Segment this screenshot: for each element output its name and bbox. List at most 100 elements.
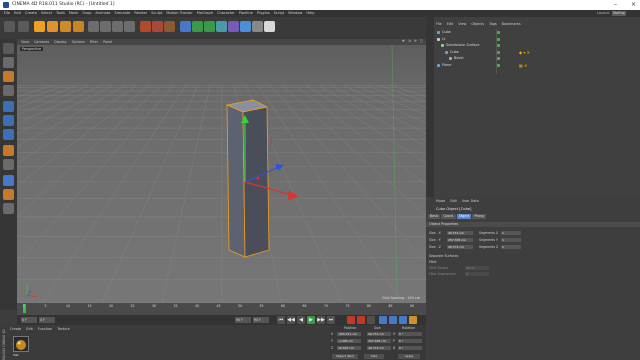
object-menu-objects[interactable]: Objects: [471, 22, 484, 26]
points-mode-button[interactable]: [3, 101, 14, 112]
preview-end-field[interactable]: 90 F: [253, 317, 269, 323]
object-menu-file[interactable]: File: [436, 22, 442, 26]
x-axis-lock-button[interactable]: [88, 21, 99, 32]
go-to-end-button[interactable]: ⏭: [327, 316, 335, 324]
next-key-button[interactable]: ▶▶: [317, 316, 325, 324]
subdivision-surface-button[interactable]: [204, 21, 215, 32]
rotation-key-button[interactable]: [399, 316, 407, 324]
y-axis-lock-button[interactable]: [100, 21, 111, 32]
size-value-field[interactable]: 40.774 cm: [447, 231, 473, 235]
light-button[interactable]: [264, 21, 275, 32]
object-list-item[interactable]: Lt: [435, 37, 639, 42]
texture-mode-button[interactable]: [3, 71, 14, 82]
object-list-item[interactable]: Bevel: [435, 56, 639, 61]
edges-mode-button[interactable]: [3, 115, 14, 126]
material-swatch[interactable]: [13, 336, 29, 352]
visibility-dot-icon[interactable]: [497, 31, 500, 34]
deformer-button[interactable]: [228, 21, 239, 32]
visibility-dot-icon[interactable]: [497, 37, 500, 41]
render-view-button[interactable]: [140, 21, 151, 32]
texture-tag-icon[interactable]: ▦ ✕: [519, 63, 527, 68]
visibility-dot-icon[interactable]: [497, 63, 500, 67]
menu-item-mograph[interactable]: MoGraph: [197, 10, 213, 17]
tab-basic[interactable]: Basic: [428, 214, 441, 219]
close-button[interactable]: ×: [631, 0, 636, 10]
menu-item-pipeline[interactable]: Pipeline: [239, 10, 253, 17]
menu-item-file[interactable]: File: [4, 10, 10, 17]
rotation-field[interactable]: 0 °: [398, 332, 422, 336]
menu-item-mesh[interactable]: Mesh: [69, 10, 78, 17]
object-list-item[interactable]: Plane ▦ ✕: [435, 63, 639, 68]
material-menu-function[interactable]: Function: [38, 327, 52, 331]
pen-spline-button[interactable]: [192, 21, 203, 32]
menu-item-create[interactable]: Create: [25, 10, 37, 17]
menu-item-select[interactable]: Select: [41, 10, 52, 17]
rotation-field[interactable]: 0 °: [398, 346, 422, 350]
menu-item-render[interactable]: Render: [134, 10, 147, 17]
viewport-menu-view[interactable]: View: [21, 40, 29, 44]
render-picture-viewer-button[interactable]: [152, 21, 163, 32]
menu-item-plugins[interactable]: Plugins: [257, 10, 270, 17]
floor-button[interactable]: [240, 21, 251, 32]
minimize-button[interactable]: –: [614, 0, 617, 10]
rotate-tool-button[interactable]: [73, 21, 84, 32]
visibility-dot-icon[interactable]: [497, 50, 500, 54]
make-editable-button[interactable]: [3, 43, 14, 54]
object-menu-tags[interactable]: Tags: [489, 22, 497, 26]
viewport-menu-options[interactable]: Options: [72, 40, 85, 44]
model-mode-button[interactable]: [3, 57, 14, 68]
menu-item-edit[interactable]: Edit: [14, 10, 21, 17]
previous-key-button[interactable]: ◀◀: [287, 316, 295, 324]
coordinate-mode-select[interactable]: Object (Rel): [332, 354, 358, 359]
start-frame-field[interactable]: 0 F: [39, 317, 55, 323]
coordinate-system-button[interactable]: [124, 21, 135, 32]
apply-button[interactable]: Apply: [398, 354, 420, 359]
cube-object[interactable]: [225, 99, 270, 258]
object-menu-edit[interactable]: Edit: [447, 22, 454, 26]
size-mode-select[interactable]: Size: [364, 354, 384, 359]
segments-field[interactable]: 1: [501, 231, 521, 235]
tab-phong[interactable]: Phong: [472, 214, 487, 219]
play-button[interactable]: ▶: [307, 316, 315, 324]
object-list-item[interactable]: Subdivision Surface: [435, 43, 639, 48]
size-value-field[interactable]: 40.774 cm: [447, 245, 473, 249]
menu-item-snap[interactable]: Snap: [82, 10, 91, 17]
cube-primitive-button[interactable]: [180, 21, 191, 32]
attribute-menu-user-data[interactable]: User Data: [462, 199, 479, 203]
visibility-dot-icon[interactable]: [497, 57, 500, 60]
menu-item-window[interactable]: Window: [288, 10, 302, 17]
menu-item-sculpt[interactable]: Sculpt: [151, 10, 162, 17]
position-field[interactable]: -1.395 cm: [337, 339, 361, 343]
camera-button[interactable]: [252, 21, 263, 32]
record-button[interactable]: [347, 316, 355, 324]
menu-item-animate[interactable]: Animate: [95, 10, 110, 17]
object-menu-view[interactable]: View: [458, 22, 466, 26]
axis-mode-button[interactable]: [3, 145, 14, 156]
scale-tool-button[interactable]: [60, 21, 71, 32]
object-list-item[interactable]: Cube ◆ ▾ ✕: [435, 50, 639, 55]
viewport[interactable]: Perspective Grid Spacing : 100 cm: [17, 45, 426, 303]
snapping-button[interactable]: [3, 175, 14, 186]
undo-button[interactable]: [4, 21, 15, 32]
timeline-ruler[interactable]: 0 5 10 15 20 25 30 35 40 45 50 55 60 65 70 75 80 85 90: [17, 303, 426, 315]
menu-item-script[interactable]: Script: [274, 10, 284, 17]
position-field[interactable]: 49.597 cm: [337, 346, 361, 350]
size-field[interactable]: 257.305 cm: [367, 339, 391, 343]
polygons-mode-button[interactable]: [3, 129, 14, 140]
segments-field[interactable]: 1: [501, 238, 521, 242]
live-selection-button[interactable]: [34, 21, 45, 32]
param-key-button[interactable]: [409, 316, 417, 324]
viewport-menu-cameras[interactable]: Cameras: [34, 40, 49, 44]
viewport-menu-filter[interactable]: Filter: [90, 40, 98, 44]
keyframe-selection-button[interactable]: [367, 316, 375, 324]
visibility-dot-icon[interactable]: [497, 44, 500, 47]
move-tool-button[interactable]: [47, 21, 58, 32]
menu-item-character[interactable]: Character: [217, 10, 235, 17]
play-backwards-button[interactable]: ◀: [297, 316, 305, 324]
current-frame-field[interactable]: 0 F: [21, 317, 37, 323]
phong-tag-icon[interactable]: ◆ ▾ ✕: [519, 50, 530, 55]
size-value-field[interactable]: 257.305 cm: [447, 238, 473, 242]
object-manager-tabs[interactable]: [426, 17, 434, 197]
menu-item-simulate[interactable]: Simulate: [114, 10, 130, 17]
tab-object[interactable]: Object: [456, 214, 472, 219]
